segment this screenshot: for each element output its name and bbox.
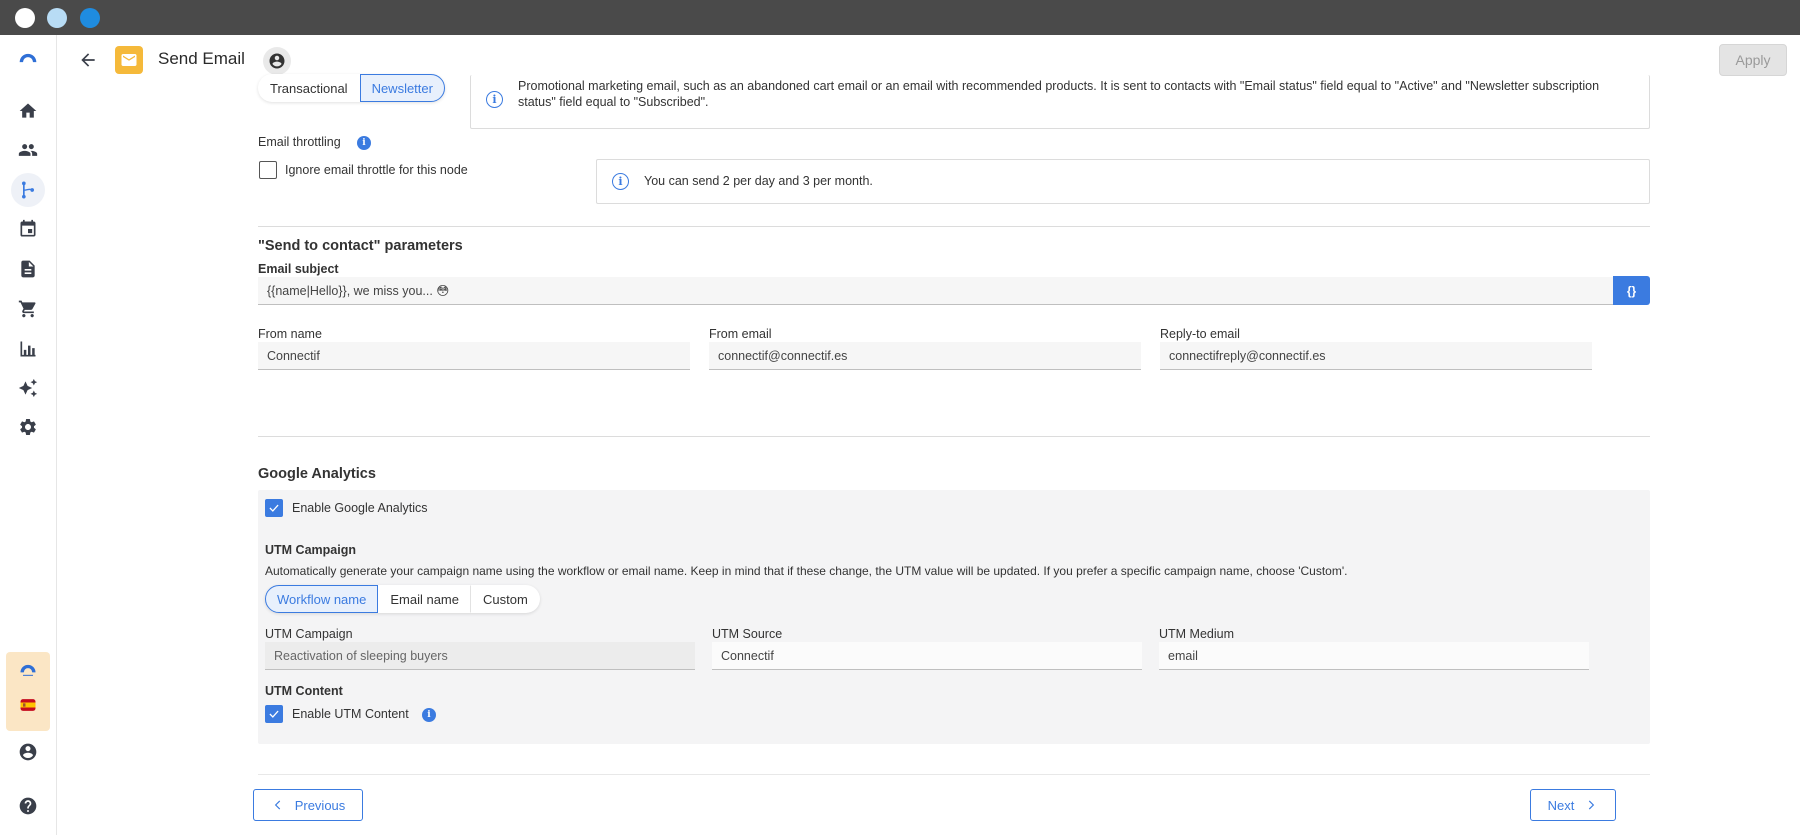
email-subject-label: Email subject [258,262,339,276]
utm-campaign-description: Automatically generate your campaign nam… [265,564,1348,578]
utm-source-label: UTM Source [712,627,783,641]
from-email-label: From email [709,327,772,341]
campaign-mode-email-name[interactable]: Email name [378,585,471,613]
page-title: Send Email [158,49,245,68]
settings-icon[interactable] [14,413,42,441]
divider [258,226,1650,227]
ignore-throttle-label: Ignore email throttle for this node [285,163,468,177]
window-close-button[interactable] [15,8,35,28]
help-icon[interactable] [14,792,42,820]
google-analytics-panel: Enable Google Analytics UTM Campaign Aut… [258,490,1650,744]
previous-label: Previous [294,797,346,813]
campaign-mode-custom[interactable]: Custom [471,585,540,613]
ignore-throttle-checkbox[interactable] [259,161,277,179]
email-type-transactional[interactable]: Transactional [258,74,360,102]
analytics-icon[interactable] [14,335,42,363]
insert-variable-button[interactable]: {} [1613,276,1650,305]
workflow-icon[interactable] [11,173,45,207]
spain-flag-icon[interactable] [14,691,42,719]
divider [258,436,1650,437]
logo-icon[interactable] [14,44,42,72]
utm-campaign-title: UTM Campaign [265,543,356,557]
utm-campaign-mode-selector: Workflow name Email name Custom [265,585,540,613]
reply-to-label: Reply-to email [1160,327,1240,341]
reply-to-input[interactable]: connectifreply@connectif.es [1160,342,1592,370]
from-name-input[interactable]: Connectif [258,342,690,370]
info-icon: i [612,173,629,190]
utm-source-input[interactable]: Connectif [712,642,1142,670]
enable-utm-content-checkbox[interactable] [265,705,283,723]
window-titlebar [0,0,1800,35]
next-button[interactable]: Next [1530,789,1616,821]
email-type-selector: Transactional Newsletter [258,74,445,102]
throttle-info-box: i You can send 2 per day and 3 per month… [596,159,1650,204]
home-icon[interactable] [14,97,42,125]
from-name-label: From name [258,327,322,341]
email-type-info-text: Promotional marketing email, such as an … [518,79,1600,109]
enable-ga-label: Enable Google Analytics [292,501,428,515]
throttling-info-icon[interactable]: i [357,136,371,150]
utm-content-title: UTM Content [265,684,343,698]
enable-ga-checkbox[interactable] [265,499,283,517]
ai-sparkle-icon[interactable] [14,374,42,402]
throttling-label: Email throttling [258,135,341,149]
campaign-mode-workflow-name[interactable]: Workflow name [265,585,379,613]
chevron-right-icon [1589,800,1595,810]
from-email-input[interactable]: connectif@connectif.es [709,342,1141,370]
utm-campaign-label: UTM Campaign [265,627,353,641]
user-account-icon[interactable] [14,738,42,766]
apply-button[interactable]: Apply [1719,44,1787,76]
utm-campaign-input: Reactivation of sleeping buyers [265,642,695,670]
document-icon[interactable] [14,255,42,283]
back-arrow-icon[interactable] [75,47,101,73]
utm-medium-input[interactable]: email [1159,642,1589,670]
divider [258,774,1650,775]
email-type-newsletter[interactable]: Newsletter [359,74,445,102]
email-type-info-box: i Promotional marketing email, such as a… [470,75,1650,129]
next-label: Next [1547,797,1575,813]
window-minimize-button[interactable] [47,8,67,28]
enable-utm-content-label: Enable UTM Content [292,707,409,721]
cart-icon[interactable] [14,295,42,323]
window-maximize-button[interactable] [80,8,100,28]
send-params-title: "Send to contact" parameters [258,238,463,254]
utm-content-info-icon[interactable]: i [422,708,436,722]
calendar-icon[interactable] [14,215,42,243]
info-icon: i [486,91,503,108]
email-node-icon [115,46,143,74]
email-subject-input[interactable]: {{name|Hello}}, we miss you... 😳 [258,277,1614,305]
user-icon[interactable] [263,47,291,75]
chevron-left-icon [274,800,280,810]
node-settings-panel: Transactional Newsletter i Promotional m… [57,74,1800,835]
sidebar [0,35,57,835]
previous-button[interactable]: Previous [253,789,363,821]
account-logo-icon[interactable] [14,655,42,683]
google-analytics-title: Google Analytics [258,466,376,482]
throttle-info-text: You can send 2 per day and 3 per month. [644,174,873,188]
contacts-icon[interactable] [14,136,42,164]
utm-medium-label: UTM Medium [1159,627,1235,641]
